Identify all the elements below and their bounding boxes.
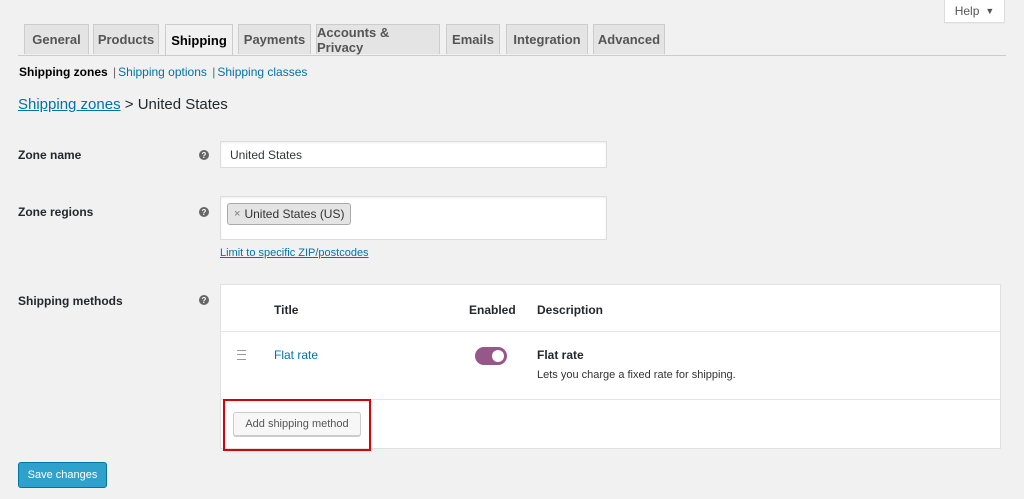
- shipping-methods-label: Shipping methods: [18, 294, 123, 308]
- shipping-subnav: Shipping zones | Shipping options | Shippi…: [19, 65, 307, 79]
- breadcrumb-separator: >: [124, 96, 134, 113]
- zone-regions-input[interactable]: × United States (US): [220, 196, 607, 240]
- breadcrumb-current: United States: [137, 96, 228, 113]
- drag-handle-icon[interactable]: [237, 350, 246, 360]
- remove-region-icon[interactable]: ×: [234, 208, 240, 220]
- tab-advanced[interactable]: Advanced: [593, 24, 665, 54]
- zone-regions-label: Zone regions: [18, 205, 94, 219]
- settings-tabs: General Products Shipping Payments Accou…: [18, 24, 1006, 56]
- help-icon[interactable]: ?: [199, 207, 209, 217]
- tab-payments[interactable]: Payments: [238, 24, 311, 54]
- subnav-separator: |: [212, 65, 216, 79]
- subnav-shipping-classes[interactable]: Shipping classes: [217, 65, 307, 79]
- column-title: Title: [274, 303, 299, 317]
- tab-products[interactable]: Products: [93, 24, 159, 54]
- column-enabled: Enabled: [469, 303, 516, 317]
- zone-name-label: Zone name: [18, 148, 82, 162]
- header-divider: [221, 331, 1000, 332]
- method-description-title: Flat rate: [537, 348, 584, 362]
- method-title-link[interactable]: Flat rate: [274, 348, 318, 362]
- subnav-shipping-zones[interactable]: Shipping zones: [19, 65, 108, 79]
- enabled-toggle[interactable]: [475, 347, 507, 365]
- tab-general[interactable]: General: [24, 24, 89, 54]
- help-icon[interactable]: ?: [199, 295, 209, 305]
- add-shipping-method-button[interactable]: Add shipping method: [233, 412, 361, 436]
- tab-integration[interactable]: Integration: [506, 24, 588, 54]
- limit-postcodes-link[interactable]: Limit to specific ZIP/postcodes: [220, 247, 369, 259]
- region-chip: × United States (US): [227, 203, 352, 225]
- page-title: Shipping zones > United States: [18, 96, 228, 113]
- zone-name-input[interactable]: United States: [220, 141, 607, 168]
- save-changes-button[interactable]: Save changes: [18, 462, 107, 488]
- help-icon[interactable]: ?: [199, 150, 209, 160]
- caret-down-icon: ▼: [985, 6, 995, 16]
- column-description: Description: [537, 303, 604, 317]
- breadcrumb-shipping-zones-link[interactable]: Shipping zones: [18, 96, 121, 113]
- help-tab[interactable]: Help ▼: [944, 0, 1005, 23]
- method-description-text: Lets you charge a fixed rate for shippin…: [537, 369, 736, 381]
- tab-emails[interactable]: Emails: [446, 24, 500, 54]
- tab-accounts-privacy[interactable]: Accounts & Privacy: [316, 24, 440, 55]
- help-label: Help: [954, 4, 980, 18]
- subnav-shipping-options[interactable]: Shipping options: [118, 65, 207, 79]
- region-chip-label: United States (US): [244, 207, 345, 221]
- tab-shipping[interactable]: Shipping: [165, 24, 233, 55]
- row-divider: [221, 399, 1000, 400]
- subnav-separator: |: [113, 65, 117, 79]
